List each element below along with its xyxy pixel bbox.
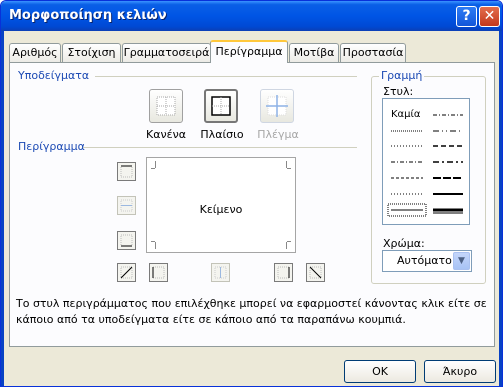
border-left-button[interactable] <box>149 263 168 282</box>
preset-outline-icon <box>211 96 231 116</box>
cancel-button[interactable]: Άκυρο <box>424 360 496 383</box>
preset-inside-icon <box>266 95 288 117</box>
border-bottom-button[interactable] <box>117 231 136 250</box>
tab-number[interactable]: Αριθμός <box>9 43 61 62</box>
preset-none-icon <box>156 96 176 116</box>
border-inside-horizontal-icon <box>120 199 133 212</box>
color-label: Χρώμα: <box>383 237 425 250</box>
border-right-button[interactable] <box>274 263 293 282</box>
corner-mark <box>287 168 291 169</box>
preset-inside-label: Πλέγμα <box>257 128 299 141</box>
preset-outline-label: Πλαίσιο <box>200 128 244 141</box>
border-inside-vertical-icon <box>214 266 227 279</box>
help-button[interactable]: ? <box>456 6 477 27</box>
tab-alignment[interactable]: Στοίχιση <box>62 43 121 62</box>
line-group-label: Γραμμή <box>379 69 425 82</box>
preview-text: Κείμενο <box>199 203 243 216</box>
hint-text: Το στυλ περιγράμματος που επιλέχθηκε μπο… <box>16 297 487 326</box>
corner-mark <box>286 242 287 249</box>
tab-font[interactable]: Γραμματοσειρά <box>122 43 211 62</box>
diagonal-up-icon <box>120 266 133 279</box>
tab-border[interactable]: Περίγραμμα <box>210 40 288 63</box>
window-title: Μορφοποίηση κελιών <box>9 8 167 23</box>
corner-mark <box>155 242 156 249</box>
border-left-icon <box>152 266 165 279</box>
ok-button[interactable]: OK <box>344 360 416 383</box>
border-diagonal-up-button[interactable] <box>117 263 136 282</box>
corner-mark <box>286 161 287 168</box>
format-cells-dialog: Μορφοποίηση κελιών ? ✕ Αριθμός Στοίχιση … <box>0 0 503 387</box>
preset-inside-button <box>260 89 294 123</box>
preset-none-label: Κανένα <box>146 128 186 141</box>
tab-protection[interactable]: Προστασία <box>340 43 406 62</box>
color-dropdown[interactable]: Αυτόματο ▼ <box>382 250 472 272</box>
window-frame-right <box>499 31 502 386</box>
tab-patterns[interactable]: Μοτίβα <box>289 43 339 62</box>
border-inside-vertical-button <box>211 263 230 282</box>
presets-divider <box>95 76 357 77</box>
style-label: Στυλ: <box>383 85 414 98</box>
preset-outline-button[interactable] <box>204 89 238 123</box>
border-bottom-icon <box>120 234 133 247</box>
border-group-label: Περίγραμμα <box>18 140 85 153</box>
border-divider <box>83 147 357 148</box>
line-styles-svg <box>387 114 463 217</box>
corner-mark <box>151 168 155 169</box>
diagonal-down-icon <box>309 266 322 279</box>
window-frame-left <box>1 31 4 386</box>
border-top-icon <box>120 165 133 178</box>
chevron-down-icon[interactable]: ▼ <box>453 252 470 270</box>
border-preview[interactable]: Κείμενο <box>146 157 296 253</box>
presets-group-label: Υποδείγματα <box>18 69 90 82</box>
line-style-list[interactable]: Καμία <box>382 98 470 225</box>
corner-mark <box>287 241 291 242</box>
border-right-icon <box>277 266 290 279</box>
border-top-button[interactable] <box>117 162 136 181</box>
close-button[interactable]: ✕ <box>479 6 500 27</box>
border-diagonal-down-button[interactable] <box>306 263 325 282</box>
title-bar[interactable]: Μορφοποίηση κελιών ? ✕ <box>1 1 502 31</box>
border-inside-horizontal-button <box>117 196 136 215</box>
preset-none-button[interactable] <box>149 89 183 123</box>
color-value: Αυτόματο <box>397 254 452 267</box>
corner-mark <box>155 161 156 168</box>
